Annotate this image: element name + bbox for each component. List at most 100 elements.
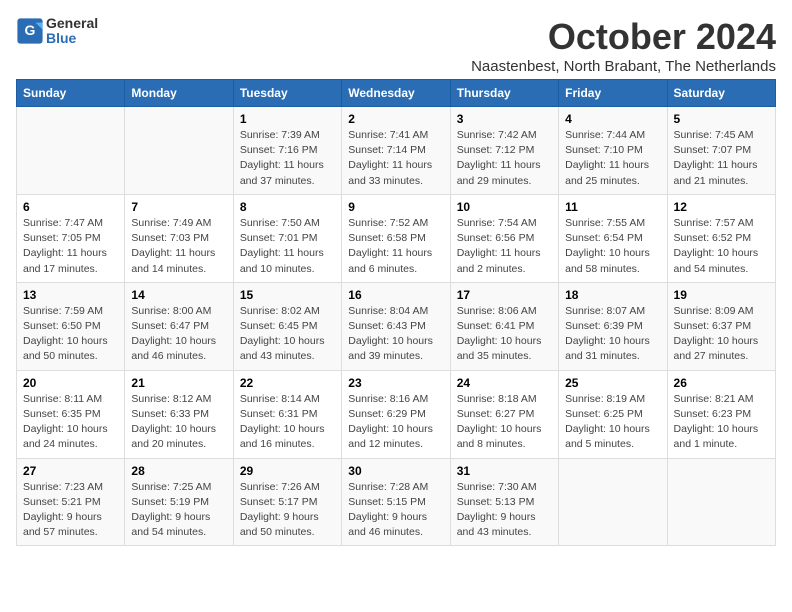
- day-number: 22: [240, 376, 335, 390]
- day-number: 31: [457, 464, 552, 478]
- calendar-cell: 10Sunrise: 7:54 AM Sunset: 6:56 PM Dayli…: [450, 194, 558, 282]
- day-info: Sunrise: 7:57 AM Sunset: 6:52 PM Dayligh…: [674, 216, 769, 277]
- logo: G General Blue: [16, 16, 98, 47]
- day-info: Sunrise: 8:21 AM Sunset: 6:23 PM Dayligh…: [674, 392, 769, 453]
- day-number: 18: [565, 288, 660, 302]
- day-info: Sunrise: 8:19 AM Sunset: 6:25 PM Dayligh…: [565, 392, 660, 453]
- logo-text: General Blue: [46, 16, 98, 47]
- day-info: Sunrise: 7:39 AM Sunset: 7:16 PM Dayligh…: [240, 128, 335, 189]
- calendar-table: SundayMondayTuesdayWednesdayThursdayFrid…: [16, 79, 776, 546]
- day-info: Sunrise: 8:14 AM Sunset: 6:31 PM Dayligh…: [240, 392, 335, 453]
- calendar-cell: 21 Sunrise: 8:12 AM Sunset: 6:33 PM Dayli…: [125, 370, 233, 458]
- calendar-cell: 23 Sunrise: 8:16 AM Sunset: 6:29 PM Dayli…: [342, 370, 450, 458]
- day-info: Sunrise: 8:16 AM Sunset: 6:29 PM Dayligh…: [348, 392, 443, 453]
- day-info: Sunrise: 7:47 AM Sunset: 7:05 PM Dayligh…: [23, 216, 118, 277]
- calendar-cell: 17 Sunrise: 8:06 AM Sunset: 6:41 PM Dayli…: [450, 282, 558, 370]
- day-number: 3: [457, 112, 552, 126]
- day-info: Sunrise: 7:55 AM Sunset: 6:54 PM Dayligh…: [565, 216, 660, 277]
- day-info: Sunrise: 8:07 AM Sunset: 6:39 PM Dayligh…: [565, 304, 660, 365]
- calendar-cell: 20Sunrise: 8:11 AM Sunset: 6:35 PM Dayli…: [17, 370, 125, 458]
- calendar-cell: 9 Sunrise: 7:52 AM Sunset: 6:58 PM Daylig…: [342, 194, 450, 282]
- day-info: Sunrise: 7:59 AM Sunset: 6:50 PM Dayligh…: [23, 304, 118, 365]
- calendar-cell: 15 Sunrise: 8:02 AM Sunset: 6:45 PM Dayli…: [233, 282, 341, 370]
- calendar-cell: 13 Sunrise: 7:59 AM Sunset: 6:50 PM Dayli…: [17, 282, 125, 370]
- day-info: Sunrise: 8:06 AM Sunset: 6:41 PM Dayligh…: [457, 304, 552, 365]
- day-info: Sunrise: 7:42 AM Sunset: 7:12 PM Dayligh…: [457, 128, 552, 189]
- calendar-cell: 14 Sunrise: 8:00 AM Sunset: 6:47 PM Dayli…: [125, 282, 233, 370]
- calendar-cell: 24 Sunrise: 8:18 AM Sunset: 6:27 PM Dayli…: [450, 370, 558, 458]
- calendar-cell: 22 Sunrise: 8:14 AM Sunset: 6:31 PM Dayli…: [233, 370, 341, 458]
- day-info: Sunrise: 7:49 AM Sunset: 7:03 PM Dayligh…: [131, 216, 226, 277]
- calendar-cell: 26Sunrise: 8:21 AM Sunset: 6:23 PM Dayli…: [667, 370, 775, 458]
- location-subtitle: Naastenbest, North Brabant, The Netherla…: [471, 58, 776, 75]
- day-info: Sunrise: 8:12 AM Sunset: 6:33 PM Dayligh…: [131, 392, 226, 453]
- day-number: 25: [565, 376, 660, 390]
- day-info: Sunrise: 8:18 AM Sunset: 6:27 PM Dayligh…: [457, 392, 552, 453]
- day-info: Sunrise: 7:54 AM Sunset: 6:56 PM Dayligh…: [457, 216, 552, 277]
- day-number: 23: [348, 376, 443, 390]
- title-block: October 2024 Naastenbest, North Brabant,…: [471, 16, 776, 75]
- day-number: 24: [457, 376, 552, 390]
- day-info: Sunrise: 7:26 AM Sunset: 5:17 PM Dayligh…: [240, 480, 335, 541]
- calendar-cell: 25 Sunrise: 8:19 AM Sunset: 6:25 PM Dayli…: [559, 370, 667, 458]
- calendar-week-3: 13 Sunrise: 7:59 AM Sunset: 6:50 PM Dayli…: [17, 282, 776, 370]
- calendar-cell: 4Sunrise: 7:44 AM Sunset: 7:10 PM Daylig…: [559, 107, 667, 195]
- day-number: 6: [23, 200, 118, 214]
- weekday-header-row: SundayMondayTuesdayWednesdayThursdayFrid…: [17, 80, 776, 107]
- page-header: G General Blue October 2024 Naastenbest,…: [16, 16, 776, 75]
- day-number: 13: [23, 288, 118, 302]
- day-number: 11: [565, 200, 660, 214]
- calendar-week-4: 20Sunrise: 8:11 AM Sunset: 6:35 PM Dayli…: [17, 370, 776, 458]
- day-number: 27: [23, 464, 118, 478]
- calendar-week-2: 6 Sunrise: 7:47 AM Sunset: 7:05 PM Daylig…: [17, 194, 776, 282]
- calendar-cell: 16 Sunrise: 8:04 AM Sunset: 6:43 PM Dayli…: [342, 282, 450, 370]
- day-info: Sunrise: 7:28 AM Sunset: 5:15 PM Dayligh…: [348, 480, 443, 541]
- day-info: Sunrise: 7:23 AM Sunset: 5:21 PM Dayligh…: [23, 480, 118, 541]
- day-number: 12: [674, 200, 769, 214]
- calendar-cell: 27 Sunrise: 7:23 AM Sunset: 5:21 PM Dayli…: [17, 458, 125, 546]
- day-number: 7: [131, 200, 226, 214]
- weekday-header-monday: Monday: [125, 80, 233, 107]
- day-number: 15: [240, 288, 335, 302]
- day-info: Sunrise: 7:52 AM Sunset: 6:58 PM Dayligh…: [348, 216, 443, 277]
- logo-general: General: [46, 16, 98, 31]
- day-info: Sunrise: 7:45 AM Sunset: 7:07 PM Dayligh…: [674, 128, 769, 189]
- calendar-cell: 29 Sunrise: 7:26 AM Sunset: 5:17 PM Dayli…: [233, 458, 341, 546]
- day-info: Sunrise: 8:04 AM Sunset: 6:43 PM Dayligh…: [348, 304, 443, 365]
- logo-icon: G: [16, 17, 44, 45]
- month-title: October 2024: [471, 16, 776, 58]
- weekday-header-wednesday: Wednesday: [342, 80, 450, 107]
- calendar-cell: 2 Sunrise: 7:41 AM Sunset: 7:14 PM Daylig…: [342, 107, 450, 195]
- calendar-cell: 8Sunrise: 7:50 AM Sunset: 7:01 PM Daylig…: [233, 194, 341, 282]
- calendar-cell: [559, 458, 667, 546]
- calendar-cell: 1 Sunrise: 7:39 AM Sunset: 7:16 PM Daylig…: [233, 107, 341, 195]
- day-info: Sunrise: 8:09 AM Sunset: 6:37 PM Dayligh…: [674, 304, 769, 365]
- day-number: 21: [131, 376, 226, 390]
- day-number: 30: [348, 464, 443, 478]
- day-number: 14: [131, 288, 226, 302]
- day-number: 1: [240, 112, 335, 126]
- weekday-header-sunday: Sunday: [17, 80, 125, 107]
- calendar-cell: [667, 458, 775, 546]
- calendar-cell: 31Sunrise: 7:30 AM Sunset: 5:13 PM Dayli…: [450, 458, 558, 546]
- day-number: 2: [348, 112, 443, 126]
- day-info: Sunrise: 7:41 AM Sunset: 7:14 PM Dayligh…: [348, 128, 443, 189]
- day-number: 17: [457, 288, 552, 302]
- day-info: Sunrise: 7:44 AM Sunset: 7:10 PM Dayligh…: [565, 128, 660, 189]
- calendar-cell: 7 Sunrise: 7:49 AM Sunset: 7:03 PM Daylig…: [125, 194, 233, 282]
- calendar-cell: 5Sunrise: 7:45 AM Sunset: 7:07 PM Daylig…: [667, 107, 775, 195]
- calendar-cell: [17, 107, 125, 195]
- day-number: 20: [23, 376, 118, 390]
- calendar-cell: 30 Sunrise: 7:28 AM Sunset: 5:15 PM Dayli…: [342, 458, 450, 546]
- day-info: Sunrise: 8:00 AM Sunset: 6:47 PM Dayligh…: [131, 304, 226, 365]
- day-number: 28: [131, 464, 226, 478]
- weekday-header-tuesday: Tuesday: [233, 80, 341, 107]
- day-number: 29: [240, 464, 335, 478]
- day-number: 9: [348, 200, 443, 214]
- day-info: Sunrise: 7:50 AM Sunset: 7:01 PM Dayligh…: [240, 216, 335, 277]
- day-info: Sunrise: 8:02 AM Sunset: 6:45 PM Dayligh…: [240, 304, 335, 365]
- day-number: 16: [348, 288, 443, 302]
- calendar-cell: 12 Sunrise: 7:57 AM Sunset: 6:52 PM Dayli…: [667, 194, 775, 282]
- svg-text:G: G: [25, 23, 36, 39]
- calendar-cell: 19Sunrise: 8:09 AM Sunset: 6:37 PM Dayli…: [667, 282, 775, 370]
